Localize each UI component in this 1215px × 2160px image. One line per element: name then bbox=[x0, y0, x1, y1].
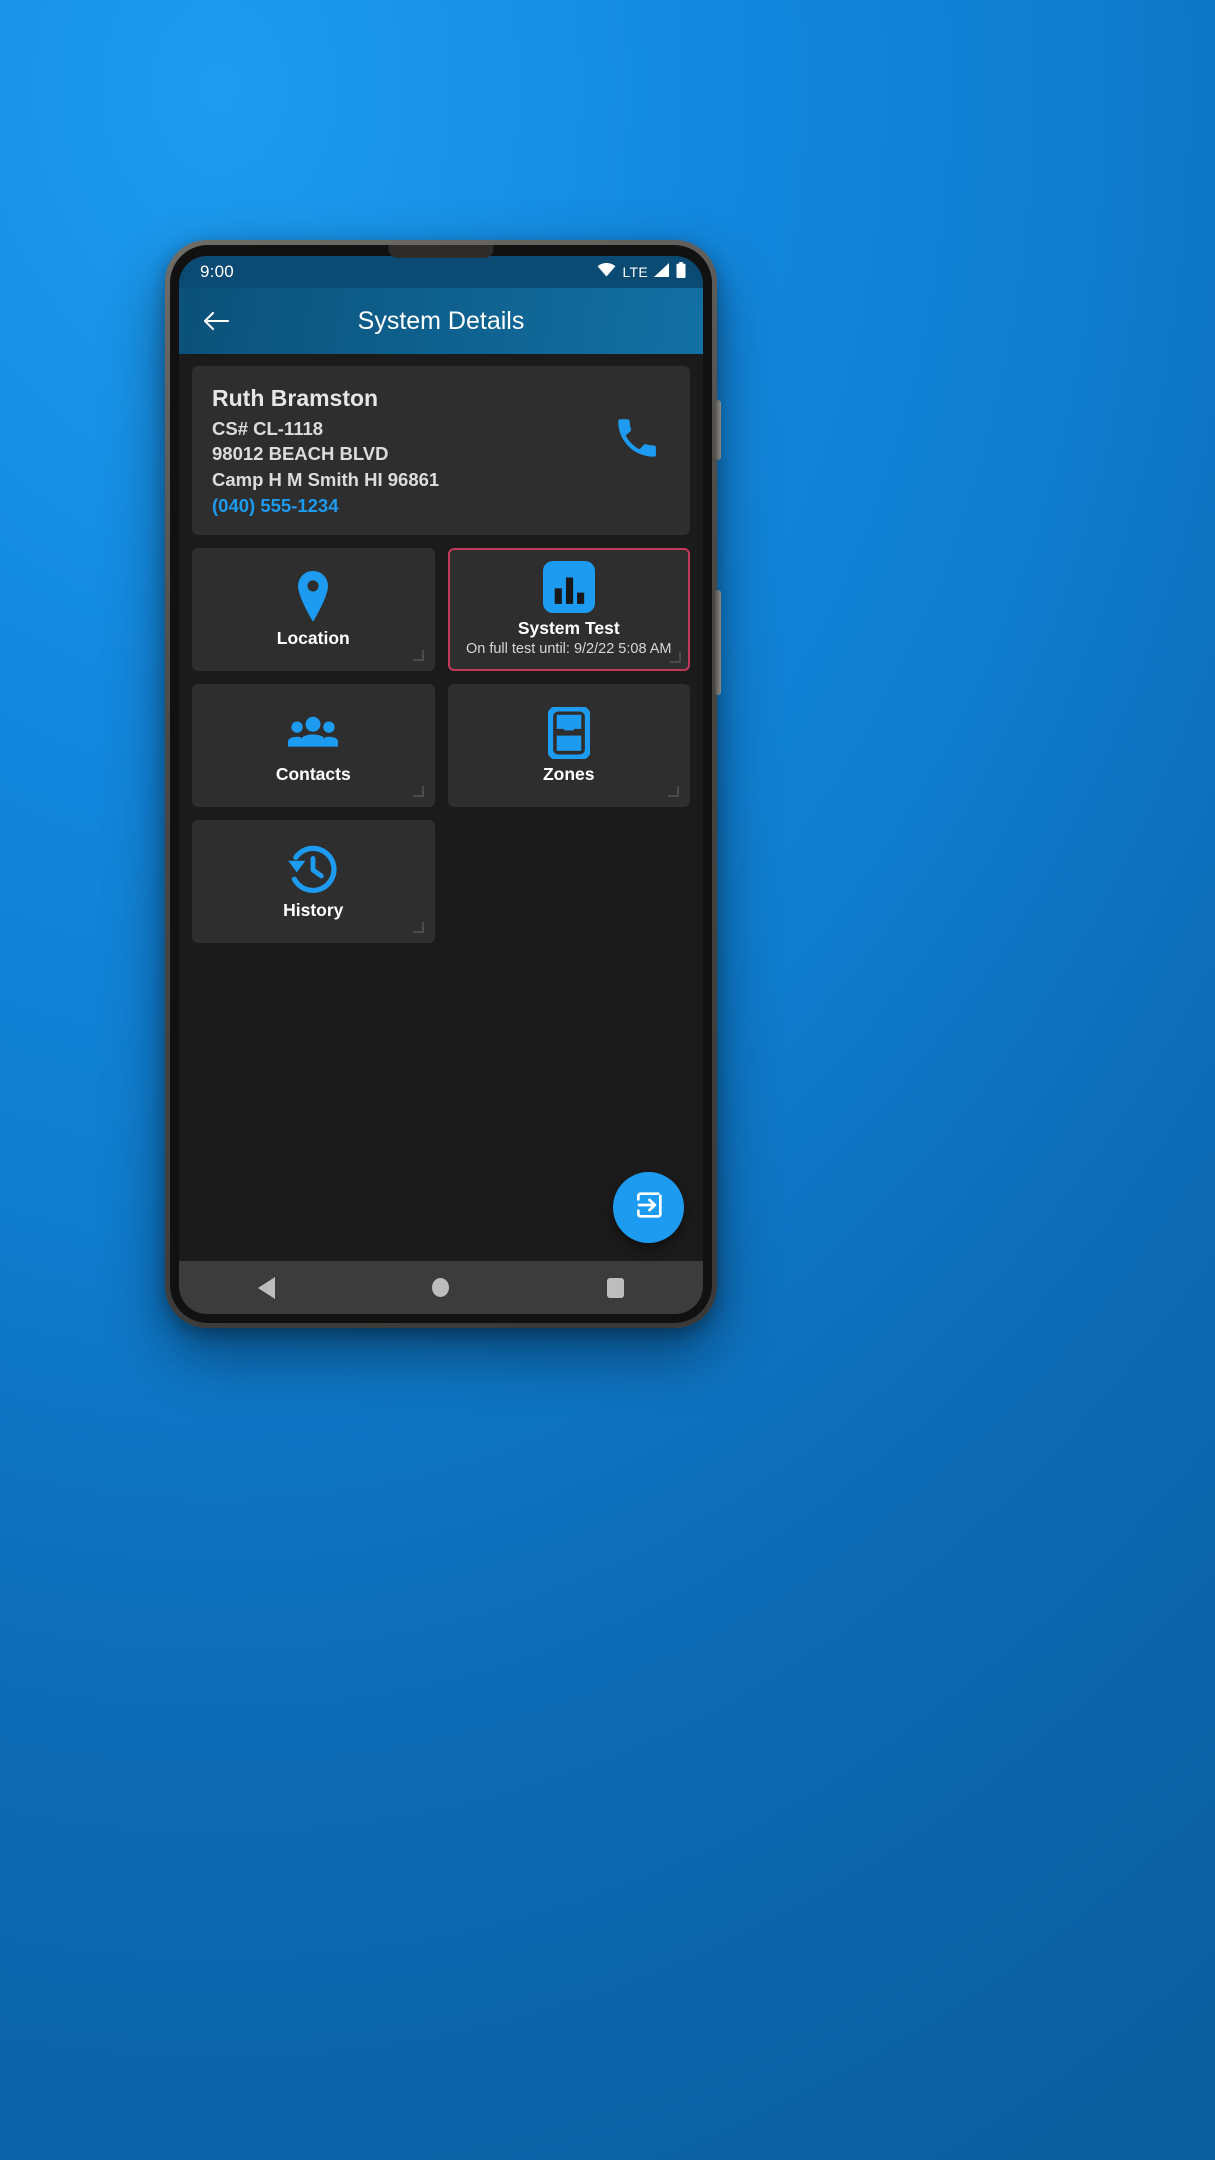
tile-location[interactable]: Location bbox=[192, 547, 435, 671]
tile-label-location: Location bbox=[276, 628, 350, 649]
customer-phone-link[interactable]: (040) 555-1234 bbox=[212, 493, 602, 519]
status-bar-icons: LTE bbox=[597, 261, 686, 283]
tile-zones[interactable]: Zones bbox=[447, 683, 690, 807]
nav-back-icon[interactable] bbox=[231, 1261, 301, 1314]
feature-tile-grid: Location System Test On full test until:… bbox=[192, 547, 691, 943]
resize-corner-icon bbox=[412, 921, 424, 933]
login-arrow-icon bbox=[632, 1188, 666, 1227]
resize-corner-icon bbox=[412, 649, 424, 661]
tile-label-history: History bbox=[283, 900, 344, 921]
wifi-icon bbox=[597, 262, 616, 282]
device-side-button-power[interactable] bbox=[715, 400, 721, 460]
phone-device: 9:00 LTE System Details Ruth Bramston CS… bbox=[165, 240, 721, 1328]
phone-device-inner: 9:00 LTE System Details Ruth Bramston CS… bbox=[170, 245, 712, 1323]
customer-cs-number: CS# CL-1118 bbox=[212, 417, 324, 439]
door-sensor-icon bbox=[547, 706, 590, 760]
people-group-icon bbox=[287, 706, 339, 760]
customer-info-text: Ruth Bramston CS# CL-1118 98012 BEACH BL… bbox=[212, 383, 602, 519]
network-type-label: LTE bbox=[622, 264, 648, 280]
bar-chart-icon bbox=[542, 560, 595, 614]
customer-address-line-2: Camp H M Smith HI 96861 bbox=[212, 468, 440, 490]
tile-label-system-test: System Test bbox=[517, 617, 620, 638]
grid-empty-cell bbox=[448, 820, 691, 943]
status-bar: 9:00 LTE bbox=[179, 256, 703, 288]
page-title: System Details bbox=[357, 306, 525, 335]
customer-info-card[interactable]: Ruth Bramston CS# CL-1118 98012 BEACH BL… bbox=[192, 366, 690, 535]
map-pin-icon bbox=[293, 570, 333, 624]
signal-icon bbox=[654, 262, 670, 282]
resize-corner-icon bbox=[412, 785, 424, 797]
status-bar-clock: 9:00 bbox=[200, 262, 234, 281]
battery-icon bbox=[676, 261, 686, 283]
phone-icon[interactable] bbox=[612, 413, 662, 468]
tile-subtitle-system-test: On full test until: 9/2/22 5:08 AM bbox=[465, 640, 672, 657]
resize-corner-icon bbox=[668, 785, 679, 797]
customer-address-line-1: 98012 BEACH BLVD bbox=[212, 443, 389, 465]
app-bar: System Details bbox=[179, 288, 703, 354]
nav-home-icon[interactable] bbox=[406, 1261, 476, 1314]
login-fab-button[interactable] bbox=[613, 1172, 684, 1243]
customer-name: Ruth Bramston bbox=[212, 385, 379, 411]
device-notch bbox=[388, 245, 494, 258]
tile-system-test[interactable]: System Test On full test until: 9/2/22 5… bbox=[447, 547, 690, 671]
device-side-button-volume[interactable] bbox=[715, 590, 721, 695]
nav-recents-icon[interactable] bbox=[581, 1261, 651, 1314]
main-content: Ruth Bramston CS# CL-1118 98012 BEACH BL… bbox=[179, 354, 703, 1261]
tile-contacts[interactable]: Contacts bbox=[192, 683, 435, 807]
tile-label-zones: Zones bbox=[542, 764, 595, 785]
history-clock-icon bbox=[287, 842, 339, 896]
tile-history[interactable]: History bbox=[192, 819, 435, 943]
back-arrow-icon[interactable] bbox=[195, 300, 237, 342]
tile-label-contacts: Contacts bbox=[275, 764, 351, 785]
resize-corner-icon bbox=[670, 651, 681, 663]
android-nav-bar bbox=[179, 1261, 703, 1314]
phone-screen: 9:00 LTE System Details Ruth Bramston CS… bbox=[179, 256, 703, 1314]
